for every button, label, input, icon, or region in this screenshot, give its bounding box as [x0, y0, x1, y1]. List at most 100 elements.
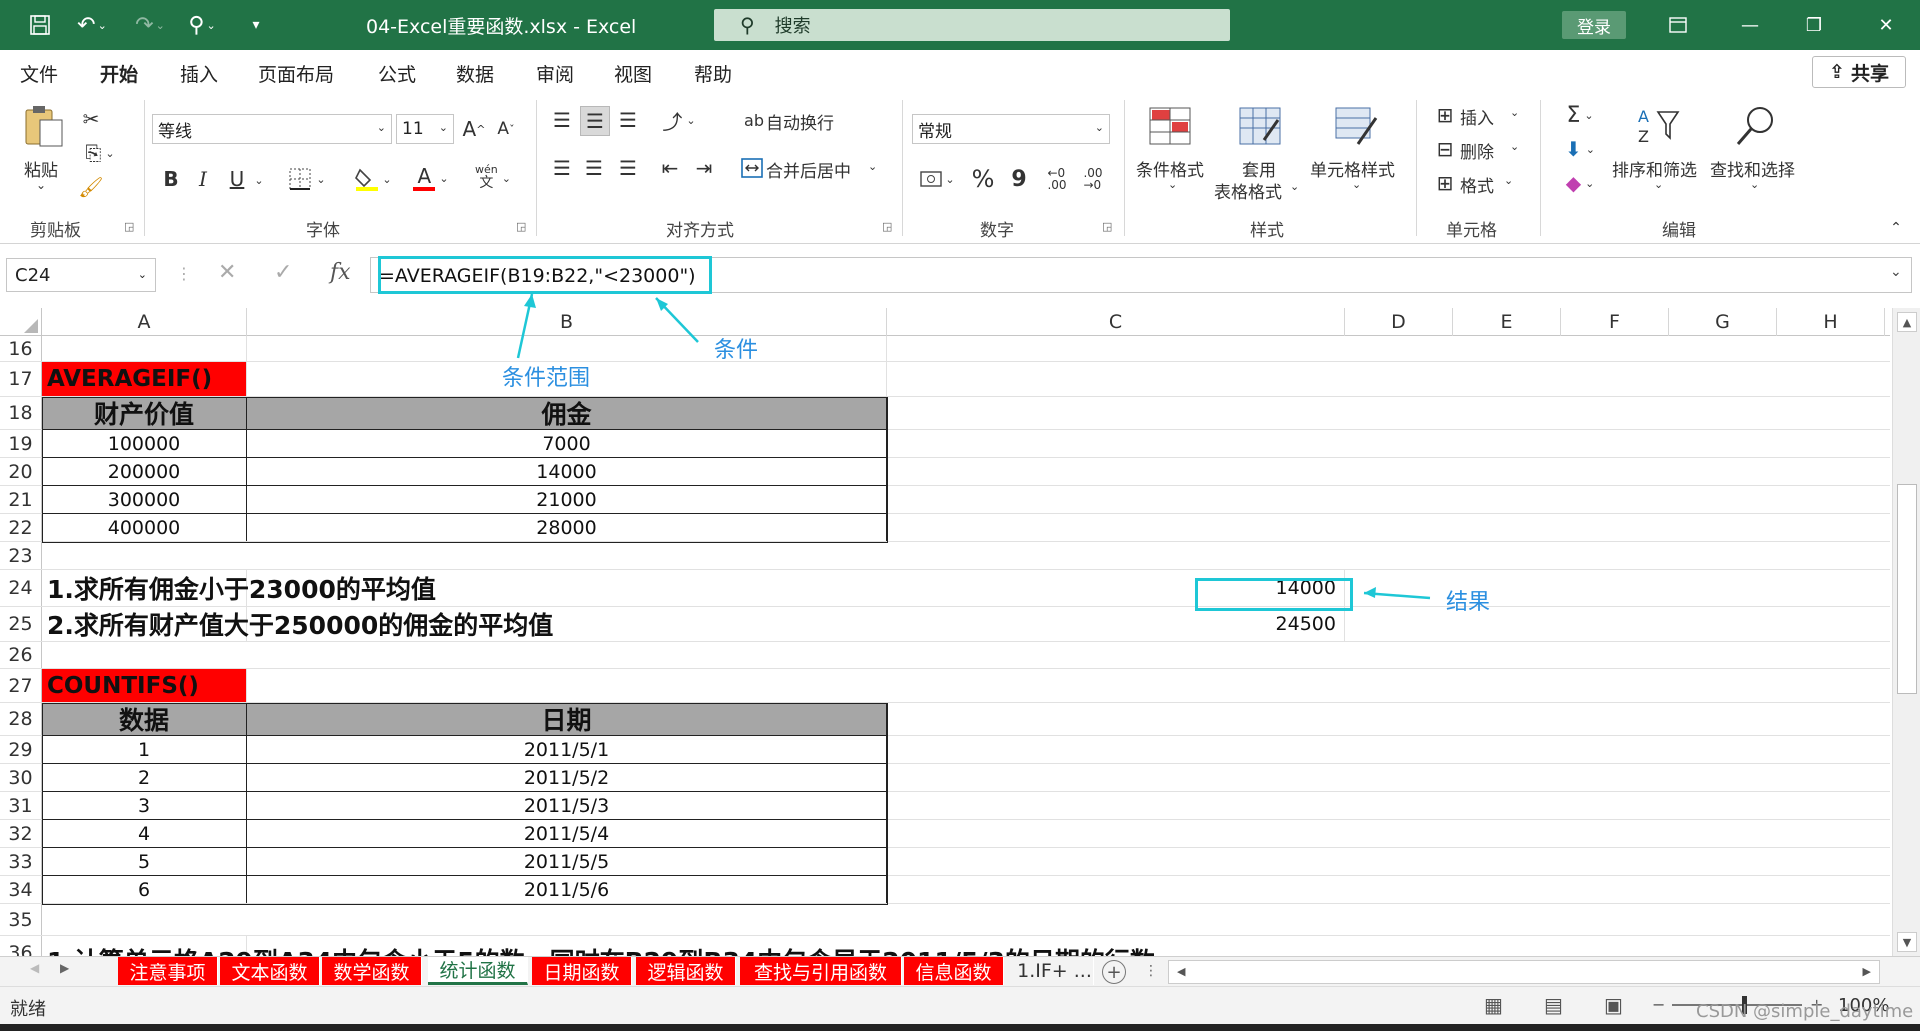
- cell-a29[interactable]: 1: [42, 736, 247, 763]
- percent-style-button[interactable]: %: [968, 164, 998, 194]
- autosum-icon[interactable]: Σ ⌄: [1556, 102, 1604, 128]
- clipboard-launcher-icon[interactable]: ◲: [124, 220, 134, 233]
- touch-mode-icon[interactable]: ⚲ ⌄: [180, 10, 224, 40]
- cell-b34[interactable]: 2011/5/6: [247, 876, 887, 903]
- align-top-icon[interactable]: ☰: [548, 106, 576, 134]
- select-all-button[interactable]: [0, 308, 42, 336]
- collapse-ribbon-icon[interactable]: ⌃: [1886, 218, 1906, 238]
- cell-a25[interactable]: 2.求所有财产值大于250000的佣金的平均值: [42, 607, 553, 641]
- sheet-tab-text-functions[interactable]: 文本函数: [220, 957, 320, 985]
- column-header-a[interactable]: A: [42, 308, 247, 336]
- format-painter-icon[interactable]: 🖌: [78, 174, 104, 200]
- column-header-g[interactable]: G: [1669, 308, 1777, 336]
- ribbon-display-icon[interactable]: [1658, 8, 1698, 42]
- cell-a30[interactable]: 2: [42, 764, 247, 791]
- scroll-up-icon[interactable]: ▲: [1897, 312, 1917, 332]
- cell-b21[interactable]: 21000: [247, 486, 887, 513]
- scroll-down-icon[interactable]: ▼: [1897, 932, 1917, 952]
- underline-dropdown-icon[interactable]: ⌄: [252, 168, 266, 192]
- delete-dropdown-icon[interactable]: ⌄: [1510, 140, 1519, 153]
- format-table-dropdown-icon[interactable]: ⌄: [1290, 180, 1299, 193]
- tab-review[interactable]: 审阅: [536, 60, 574, 87]
- next-sheet-icon[interactable]: ▶: [60, 961, 69, 975]
- insert-cells-icon[interactable]: ⊞: [1432, 102, 1458, 128]
- wrap-text-icon[interactable]: ab: [740, 106, 768, 134]
- decrease-decimal-icon[interactable]: .00 →0: [1078, 164, 1108, 194]
- font-size-combo[interactable]: 11 ⌄: [396, 114, 454, 144]
- wrap-text-button[interactable]: 自动换行: [766, 109, 834, 134]
- number-launcher-icon[interactable]: ◲: [1102, 220, 1112, 233]
- share-button[interactable]: ⇪ 共享: [1812, 56, 1906, 88]
- row-header[interactable]: 19: [0, 430, 42, 457]
- cell-a32[interactable]: 4: [42, 820, 247, 847]
- column-header-e[interactable]: E: [1453, 308, 1561, 336]
- cell-a22[interactable]: 400000: [42, 514, 247, 541]
- format-as-table-line2[interactable]: 表格格式: [1214, 178, 1282, 203]
- format-as-table-icon[interactable]: [1238, 106, 1282, 148]
- normal-view-icon[interactable]: ▦: [1484, 993, 1503, 1017]
- login-button[interactable]: 登录: [1562, 11, 1626, 39]
- copy-icon[interactable]: ⎘ ⌄: [78, 140, 122, 166]
- row-header[interactable]: 31: [0, 792, 42, 819]
- fill-icon[interactable]: ⬇ ⌄: [1556, 136, 1604, 162]
- row-header[interactable]: 28: [0, 703, 42, 735]
- confirm-entry-icon[interactable]: ✓: [274, 260, 292, 285]
- sheet-tab-notes[interactable]: 注意事项: [118, 957, 218, 985]
- align-middle-icon[interactable]: ☰: [580, 106, 610, 136]
- cell-a17[interactable]: AVERAGEIF(): [42, 362, 247, 396]
- add-sheet-button[interactable]: +: [1102, 960, 1126, 984]
- search-input[interactable]: ⚲ 搜索: [714, 9, 1230, 41]
- fill-color-button[interactable]: ⌄: [350, 164, 396, 194]
- vertical-scrollbar[interactable]: ▲ ▼: [1892, 308, 1920, 956]
- cell-a19[interactable]: 100000: [42, 430, 247, 457]
- tab-formulas[interactable]: 公式: [378, 60, 416, 87]
- sheet-tab-info-functions[interactable]: 信息函数: [904, 957, 1004, 985]
- customize-toolbar-icon[interactable]: ▾: [240, 10, 272, 40]
- tab-help[interactable]: 帮助: [694, 60, 732, 87]
- italic-button[interactable]: I: [192, 164, 214, 194]
- column-header-d[interactable]: D: [1345, 308, 1453, 336]
- row-header[interactable]: 33: [0, 848, 42, 875]
- more-options-icon[interactable]: ⋮: [176, 264, 192, 283]
- sort-dropdown-icon[interactable]: ⌄: [1654, 178, 1663, 191]
- clear-icon[interactable]: ◆ ⌄: [1556, 170, 1604, 196]
- borders-button[interactable]: ⌄: [284, 164, 330, 194]
- restore-icon[interactable]: ❐: [1794, 8, 1834, 42]
- cell-a16[interactable]: [42, 336, 247, 361]
- sheet-tab-math-functions[interactable]: 数学函数: [322, 957, 422, 985]
- horizontal-scrollbar[interactable]: ◀ ▶: [1168, 960, 1880, 984]
- insert-function-icon[interactable]: fx: [330, 260, 351, 285]
- font-color-button[interactable]: A ⌄: [408, 162, 454, 194]
- cell-a33[interactable]: 5: [42, 848, 247, 875]
- alignment-launcher-icon[interactable]: ◲: [882, 220, 892, 233]
- column-header-h[interactable]: H: [1777, 308, 1885, 336]
- align-center-icon[interactable]: ☰: [580, 154, 608, 182]
- cancel-entry-icon[interactable]: ✕: [218, 260, 236, 285]
- column-header-c[interactable]: C: [887, 308, 1345, 336]
- paste-icon[interactable]: [22, 104, 66, 147]
- align-left-icon[interactable]: ☰: [548, 154, 576, 182]
- sheet-tab-statistical-functions[interactable]: 统计函数: [428, 957, 528, 985]
- format-dropdown-icon[interactable]: ⌄: [1504, 174, 1513, 187]
- prev-sheet-icon[interactable]: ◀: [30, 961, 39, 975]
- row-header[interactable]: 23: [0, 542, 42, 569]
- row-header[interactable]: 26: [0, 642, 42, 668]
- row-header[interactable]: 16: [0, 336, 42, 361]
- scroll-left-icon[interactable]: ◀: [1177, 965, 1185, 978]
- cell-a21[interactable]: 300000: [42, 486, 247, 513]
- page-layout-view-icon[interactable]: ▤: [1544, 993, 1563, 1017]
- page-break-view-icon[interactable]: ▣: [1604, 993, 1623, 1017]
- cell-a27[interactable]: COUNTIFS(): [42, 669, 247, 702]
- align-bottom-icon[interactable]: ☰: [614, 106, 642, 134]
- expand-formula-bar-icon[interactable]: ⌄: [1890, 264, 1902, 280]
- cell-a34[interactable]: 6: [42, 876, 247, 903]
- tab-file[interactable]: 文件: [20, 60, 58, 87]
- row-header[interactable]: 17: [0, 362, 42, 396]
- row-header[interactable]: 35: [0, 904, 42, 935]
- cell-b18[interactable]: 佣金: [247, 397, 887, 429]
- decrease-indent-icon[interactable]: ⇤: [656, 154, 684, 182]
- merge-dropdown-icon[interactable]: ⌄: [868, 160, 877, 173]
- close-icon[interactable]: ✕: [1866, 8, 1906, 42]
- tab-view[interactable]: 视图: [614, 60, 652, 87]
- cell-styles-icon[interactable]: [1334, 106, 1378, 148]
